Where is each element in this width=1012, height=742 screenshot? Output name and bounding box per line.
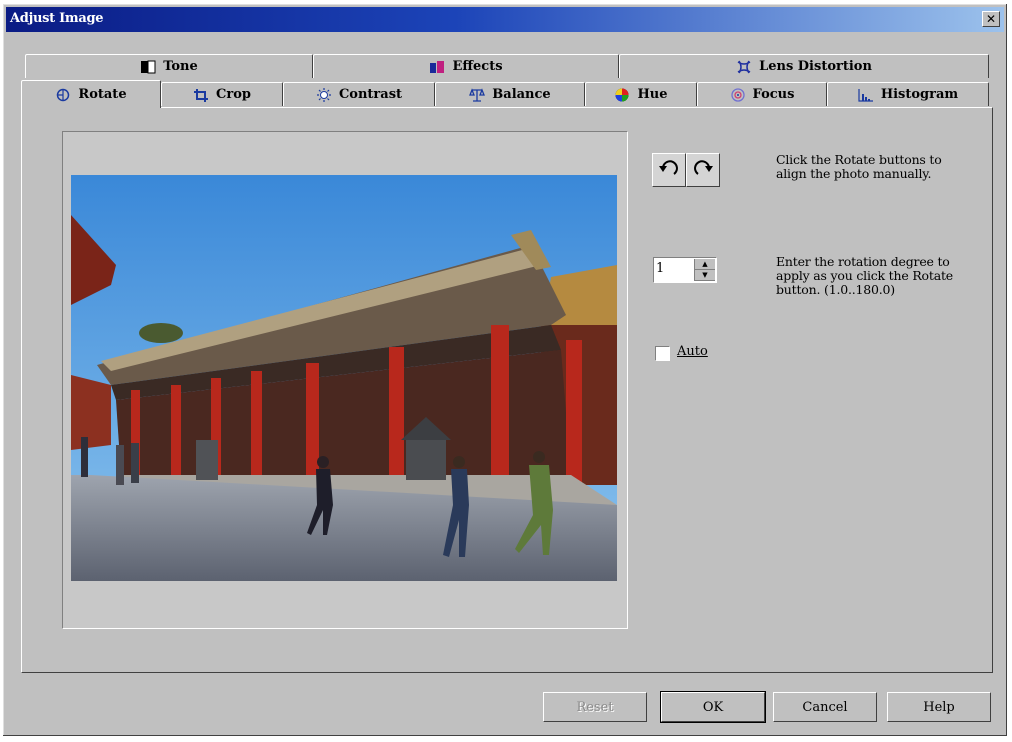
tab-tone[interactable]: Tone: [25, 54, 313, 78]
tab-crop[interactable]: Crop: [161, 82, 283, 106]
crop-icon: [193, 88, 209, 102]
lens-distortion-icon: [736, 60, 752, 74]
hue-icon: [614, 88, 630, 102]
tab-contrast[interactable]: Contrast: [283, 82, 435, 106]
balance-icon: [469, 87, 486, 102]
rotation-degree-value[interactable]: 1: [656, 261, 664, 276]
tab-label: Focus: [752, 87, 795, 102]
image-preview-frame: [62, 131, 628, 629]
title-bar[interactable]: Adjust Image ✕: [6, 7, 1004, 32]
rotate-buttons-help: Click the Rotate buttons to align the ph…: [776, 152, 942, 181]
tab-balance[interactable]: Balance: [435, 82, 585, 106]
spin-up-button[interactable]: ▲: [695, 259, 715, 270]
reset-button[interactable]: Reset: [543, 692, 647, 722]
rotation-degree-help: Enter the rotation degree to apply as yo…: [776, 254, 953, 297]
rotate-right-icon: [692, 157, 714, 183]
cancel-button[interactable]: Cancel: [773, 692, 877, 722]
rotate-tab-panel: Click the Rotate buttons to align the ph…: [21, 107, 993, 673]
window-title: Adjust Image: [10, 11, 104, 26]
help-button[interactable]: Help: [887, 692, 991, 722]
tab-label: Histogram: [880, 87, 959, 102]
tab-rotate[interactable]: Rotate: [21, 80, 161, 108]
spin-down-button[interactable]: ▼: [695, 270, 715, 281]
tab-effects[interactable]: Effects: [313, 54, 619, 78]
auto-label[interactable]: Auto: [677, 344, 708, 359]
auto-checkbox[interactable]: [655, 346, 670, 361]
rotation-degree-spinbox[interactable]: 1 ▲ ▼: [653, 257, 717, 283]
tab-lens-distortion[interactable]: Lens Distortion: [619, 54, 989, 78]
tab-label: Balance: [492, 87, 551, 102]
rotate-right-button[interactable]: [686, 153, 720, 187]
effects-icon: [429, 60, 445, 74]
contrast-icon: [316, 87, 332, 102]
focus-icon: [730, 87, 746, 102]
tone-icon: [140, 60, 156, 74]
tab-label: Lens Distortion: [759, 59, 872, 74]
ok-button[interactable]: OK: [660, 691, 766, 723]
tab-label: Rotate: [78, 87, 127, 102]
tab-label: Contrast: [338, 87, 403, 102]
tab-label: Tone: [163, 59, 198, 74]
histogram-icon: [858, 88, 874, 102]
tab-focus[interactable]: Focus: [697, 82, 827, 106]
tab-label: Effects: [452, 59, 503, 74]
rotate-left-button[interactable]: [652, 153, 686, 187]
close-button[interactable]: ✕: [982, 11, 1000, 27]
adjust-image-dialog: Adjust Image ✕ Tone Effects Lens Distort…: [2, 3, 1008, 737]
tab-label: Crop: [216, 87, 251, 102]
tab-histogram[interactable]: Histogram: [827, 82, 989, 106]
rotate-button-group: [652, 153, 720, 187]
photo-preview[interactable]: [71, 175, 617, 581]
tab-label: Hue: [637, 87, 668, 102]
rotate-left-icon: [658, 157, 680, 183]
spin-arrows: ▲ ▼: [694, 259, 715, 281]
tab-hue[interactable]: Hue: [585, 82, 697, 106]
rotate-icon: [55, 88, 71, 102]
